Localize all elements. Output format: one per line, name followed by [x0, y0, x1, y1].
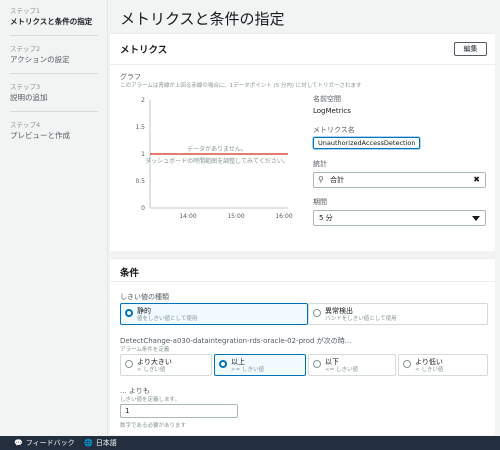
step-divider	[10, 73, 98, 74]
step-number: ステップ1	[10, 7, 41, 15]
no-data-message: データがありません。	[187, 145, 247, 153]
graph-description: このアラームは青線が上回る赤線の場合に、1データポイント (5 分内) に対して…	[120, 83, 362, 89]
operator-less-or-equal[interactable]: 以下 <= しきい値	[308, 354, 396, 376]
namespace-label: 名前空間	[313, 95, 341, 103]
period-label: 期間	[313, 198, 327, 206]
threshold-hint: 数字である必要があります	[120, 423, 186, 429]
metrics-panel: メトリクス 編集 グラフ このアラームは青線が上回る赤線の場合に、1データポイン…	[110, 33, 495, 251]
panel-divider	[110, 64, 495, 65]
y-tick-label: 0.5	[135, 178, 145, 185]
radio-button[interactable]	[125, 360, 133, 368]
option-label: 以上	[231, 358, 245, 366]
y-tick-label: 0	[141, 205, 145, 212]
language-selector[interactable]: 🌐 日本語	[84, 436, 117, 450]
x-tick-label: 16:00	[275, 213, 292, 220]
threshold-type-label: しきい値の種類	[120, 293, 169, 301]
chevron-down-icon	[472, 216, 480, 221]
option-desc: バンドをしきい値として使用	[325, 316, 397, 322]
radio-button[interactable]	[403, 360, 411, 368]
period-select[interactable]: 5 分	[313, 210, 486, 226]
conditions-title: 条件	[120, 268, 140, 279]
metric-name-value[interactable]: UnauthorizedAccessDetection	[313, 137, 421, 149]
metric-name-label: メトリクス名	[313, 126, 355, 134]
step-name: 説明の追加	[10, 93, 48, 102]
threshold-value-input[interactable]: 1	[120, 404, 238, 418]
step-number: ステップ4	[10, 121, 41, 129]
statistic-value: 合計	[330, 176, 344, 184]
step-3[interactable]: ステップ3 説明の追加	[10, 82, 107, 103]
x-tick-label: 15:00	[227, 213, 244, 220]
statistic-input[interactable]: ⚲ 合計 ✖	[313, 172, 486, 188]
option-label: 異常検出	[325, 307, 353, 315]
feedback-link[interactable]: 💬 フィードバック	[14, 436, 75, 450]
globe-icon: 🌐	[84, 439, 93, 447]
namespace-value: LogMetrics	[313, 107, 351, 115]
option-label: 以下	[325, 358, 339, 366]
threshold-value-desc: しきい値を定義します。	[120, 397, 180, 403]
operator-greater-or-equal[interactable]: 以上 >= しきい値	[214, 354, 306, 376]
statistic-label: 統計	[313, 160, 327, 168]
metrics-title: メトリクス	[120, 45, 168, 56]
option-desc: >= しきい値	[231, 367, 264, 373]
option-desc: 値をしきい値として使用	[137, 316, 198, 322]
y-tick-label: 1	[141, 151, 145, 158]
threshold-type-anomaly[interactable]: 異常検出 バンドをしきい値として使用	[308, 303, 488, 325]
wizard-steps-sidebar: ステップ1 メトリクスと条件の指定 ステップ2 アクションの設定 ステップ3 説…	[0, 0, 108, 437]
feedback-label: フィードバック	[25, 439, 75, 447]
panel-divider	[110, 281, 495, 282]
threshold-type-static[interactable]: 静的 値をしきい値として使用	[120, 303, 308, 325]
option-desc: > しきい値	[137, 367, 166, 373]
operator-greater[interactable]: より大きい > しきい値	[120, 354, 212, 376]
alarm-condition-desc: アラーム条件を定義	[120, 347, 170, 353]
y-tick-label: 1.5	[135, 124, 145, 131]
x-tick-label: 14:00	[179, 213, 196, 220]
step-2[interactable]: ステップ2 アクションの設定	[10, 44, 107, 65]
step-divider	[10, 111, 98, 112]
y-tick-label: 2	[141, 97, 145, 104]
radio-button[interactable]	[125, 309, 133, 317]
edit-button[interactable]: 編集	[454, 42, 487, 56]
language-label: 日本語	[95, 439, 117, 447]
step-number: ステップ2	[10, 45, 41, 53]
step-name: メトリクスと条件の指定	[10, 17, 93, 26]
metric-chart: 2 1.5 1 0.5 0 14:00 15:00 16:00 データがありません。ダッシュボー…	[120, 92, 295, 252]
chat-bubble-icon: 💬	[14, 439, 23, 447]
operator-less[interactable]: より低い < しきい値	[398, 354, 488, 376]
metric-details: 名前空間 LogMetrics メトリクス名 UnauthorizedAcces…	[313, 94, 488, 226]
step-4[interactable]: ステップ4 プレビューと作成	[10, 120, 107, 141]
step-name: アクションの設定	[10, 55, 70, 64]
step-1[interactable]: ステップ1 メトリクスと条件の指定	[10, 6, 107, 27]
step-name: プレビューと作成	[10, 131, 70, 140]
option-label: 静的	[137, 307, 151, 315]
step-divider	[10, 35, 98, 36]
radio-button[interactable]	[313, 309, 321, 317]
page-title: メトリクスと条件の指定	[120, 10, 285, 28]
option-desc: < しきい値	[415, 367, 444, 373]
step-number: ステップ3	[10, 83, 41, 91]
option-desc: <= しきい値	[325, 367, 358, 373]
search-icon: ⚲	[318, 175, 324, 184]
option-label: より大きい	[137, 358, 172, 366]
period-value: 5 分	[319, 214, 333, 222]
radio-button[interactable]	[219, 360, 227, 368]
chart-svg: 2 1.5 1 0.5 0 14:00 15:00 16:00 データがありません。ダッシュボー…	[135, 97, 292, 220]
radio-button[interactable]	[313, 360, 321, 368]
option-label: より低い	[415, 358, 443, 366]
conditions-panel: 条件 しきい値の種類 静的 値をしきい値として使用 異常検出 バンドをしきい値と…	[110, 258, 495, 435]
clear-icon[interactable]: ✖	[473, 173, 480, 187]
no-data-hint: ダッシュボードの時間範囲を調整してみてください。	[145, 157, 289, 165]
console-footer: 💬 フィードバック 🌐 日本語	[0, 436, 500, 450]
